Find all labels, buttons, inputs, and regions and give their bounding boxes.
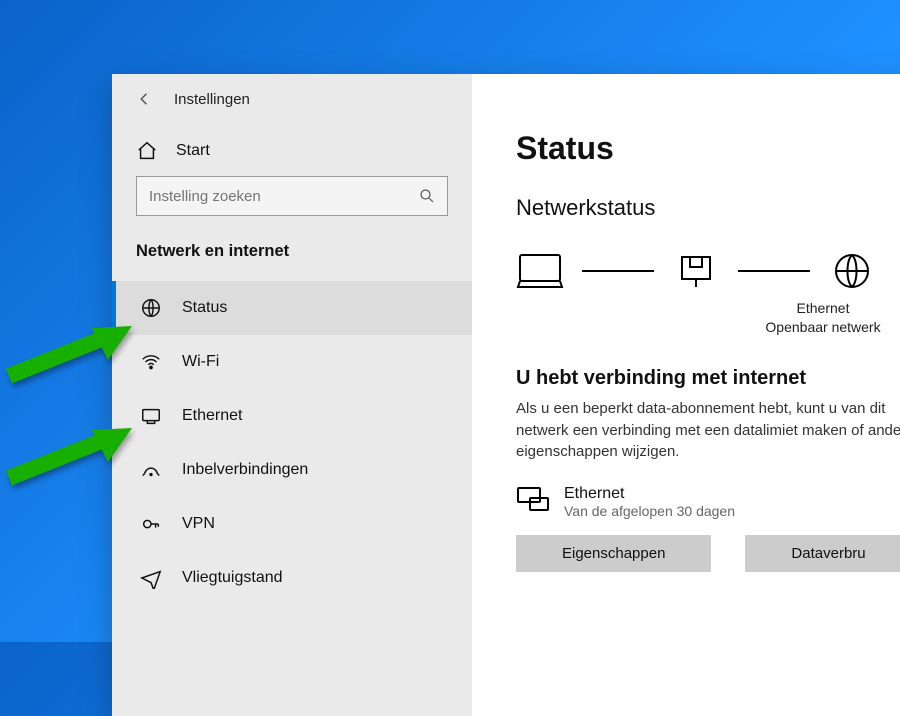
vpn-icon (140, 513, 162, 535)
properties-button[interactable]: Eigenschappen (516, 535, 711, 572)
titlebar: Instellingen (112, 90, 472, 126)
nav-item-wifi[interactable]: Wi-Fi (112, 335, 472, 389)
diagram-label-line2: Openbaar netwerk (634, 318, 900, 337)
home-row[interactable]: Start (112, 126, 472, 176)
dialup-icon (140, 459, 162, 481)
button-row: Eigenschappen Dataverbru (516, 535, 900, 572)
nav-item-label: VPN (182, 515, 215, 533)
data-usage-button[interactable]: Dataverbru (745, 535, 900, 572)
ethernet-icon (516, 485, 550, 513)
diagram-pc (516, 249, 564, 293)
content: Status Netwerkstatus Ethernet Openbaar n… (472, 74, 900, 716)
home-icon (136, 140, 158, 162)
nav-item-dialup[interactable]: Inbelverbindingen (112, 443, 472, 497)
network-row: Ethernet Van de afgelopen 30 dagen (516, 485, 900, 519)
nav-item-airplane[interactable]: Vliegtuigstand (112, 551, 472, 605)
router-icon (672, 249, 720, 293)
diagram-label: Ethernet Openbaar netwerk (634, 299, 900, 337)
search-icon (418, 187, 436, 205)
diagram-line (738, 270, 810, 272)
page-title: Status (516, 130, 900, 167)
sidebar: Instellingen Start Netwerk en internet S… (112, 74, 472, 716)
nav-item-vpn[interactable]: VPN (112, 497, 472, 551)
diagram-globe (828, 249, 876, 293)
section-heading: Netwerk en internet (112, 236, 472, 277)
nav-item-label: Status (182, 299, 227, 317)
search-wrap (112, 176, 472, 236)
nav: Status Wi-Fi Ethernet Inbelverbindingen … (112, 277, 472, 605)
connection-description: Als u een beperkt data-abonnement hebt, … (516, 398, 900, 463)
network-diagram (516, 249, 900, 293)
network-name: Ethernet (564, 485, 735, 503)
home-label: Start (176, 142, 210, 160)
nav-item-status[interactable]: Status (112, 281, 472, 335)
airplane-icon (140, 567, 162, 589)
back-icon[interactable] (136, 90, 154, 108)
nav-item-label: Vliegtuigstand (182, 569, 283, 587)
wifi-icon (140, 351, 162, 373)
nav-item-label: Wi-Fi (182, 353, 219, 371)
connection-headline: U hebt verbinding met internet (516, 367, 900, 390)
app-title: Instellingen (174, 91, 250, 108)
subsection-title: Netwerkstatus (516, 195, 900, 221)
search-input[interactable] (136, 176, 448, 216)
ethernet-icon (140, 405, 162, 427)
settings-window: Instellingen Start Netwerk en internet S… (112, 74, 900, 716)
nav-item-label: Ethernet (182, 407, 242, 425)
diagram-label-line1: Ethernet (634, 299, 900, 318)
diagram-router (672, 249, 720, 293)
nav-item-ethernet[interactable]: Ethernet (112, 389, 472, 443)
globe-icon (828, 249, 876, 293)
nav-item-label: Inbelverbindingen (182, 461, 308, 479)
pc-icon (516, 249, 564, 293)
globe-icon (140, 297, 162, 319)
diagram-line (582, 270, 654, 272)
network-sub: Van de afgelopen 30 dagen (564, 503, 735, 519)
